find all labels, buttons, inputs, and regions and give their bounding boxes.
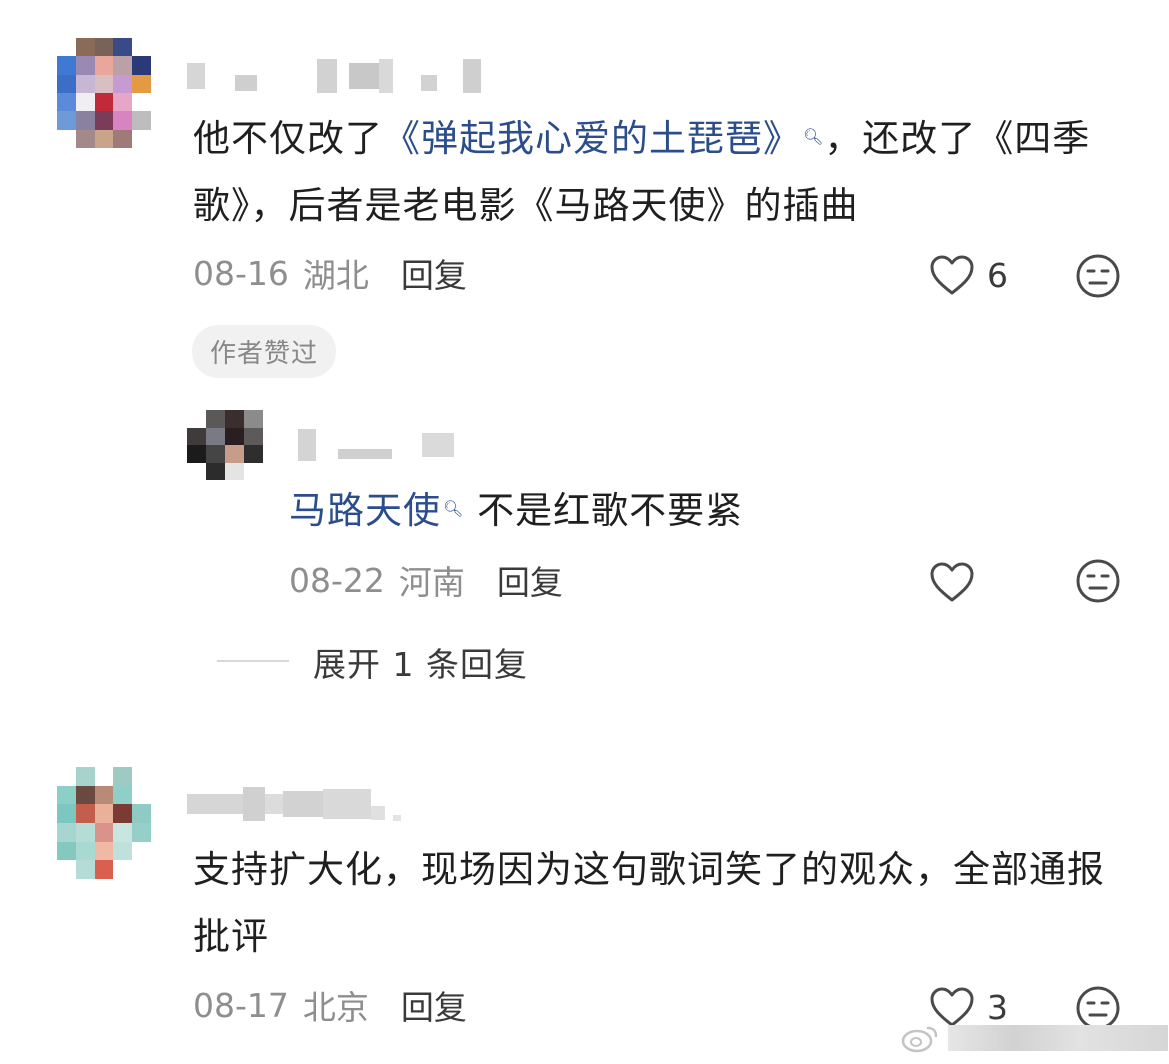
reply-text: 马路天使 🔍︎ 不是红歌不要紧 [289,478,743,544]
comment-meta: 08-16 湖北 回复 [193,250,467,296]
author-liked-badge: 作者赞过 [192,325,337,378]
reply-meta: 08-22 河南 回复 [289,557,563,603]
comment-text-part: 他不仅改了 [193,117,383,160]
reply-button[interactable]: 回复 [497,556,563,604]
like-button[interactable] [929,559,975,605]
reply-text-rest: 不是红歌不要紧 [464,489,744,532]
comment-location: 湖北 [302,256,369,295]
reply-location: 河南 [398,563,465,602]
username[interactable] [187,786,401,822]
like-count: 6 [987,255,1008,295]
comment-text: 他不仅改了《弹起我心爱的土琵琶》 🔍︎，还改了《四季歌》，后者是老电影《马路天使》… [193,105,1123,239]
comment-location: 北京 [302,988,369,1027]
divider [217,660,289,662]
reply-date: 08-22 [289,560,385,600]
heart-outline-icon [930,255,974,295]
heart-outline-icon [930,562,974,602]
comment-text: 支持扩大化，现场因为这句歌词笑了的观众，全部通报批评 [193,848,1105,958]
neutral-face-icon[interactable] [1075,253,1121,299]
comment-date: 08-16 [193,253,289,293]
neutral-face-icon[interactable] [1075,558,1121,604]
movie-link[interactable]: 马路天使 🔍︎ [289,489,464,532]
reply-button[interactable]: 回复 [401,981,467,1029]
username[interactable] [298,428,454,462]
comment-date: 08-17 [193,985,289,1025]
song-link[interactable]: 《弹起我心爱的土琵琶》 🔍︎ [383,117,824,160]
like-count: 3 [987,987,1008,1027]
username[interactable] [187,58,481,94]
search-magnifier-icon: 🔍︎ [803,127,825,146]
weibo-logo-icon [901,1026,938,1053]
avatar[interactable] [57,767,151,879]
avatar[interactable] [57,38,151,148]
reply-button[interactable]: 回复 [401,249,467,297]
like-button[interactable]: 6 [929,252,1008,298]
avatar[interactable] [187,410,263,480]
watermark [900,1022,1168,1054]
expand-replies-button[interactable]: 展开 1 条回复 [313,638,528,686]
comment-meta: 08-17 北京 回复 [193,982,467,1028]
search-magnifier-icon: 🔍︎ [443,499,465,518]
